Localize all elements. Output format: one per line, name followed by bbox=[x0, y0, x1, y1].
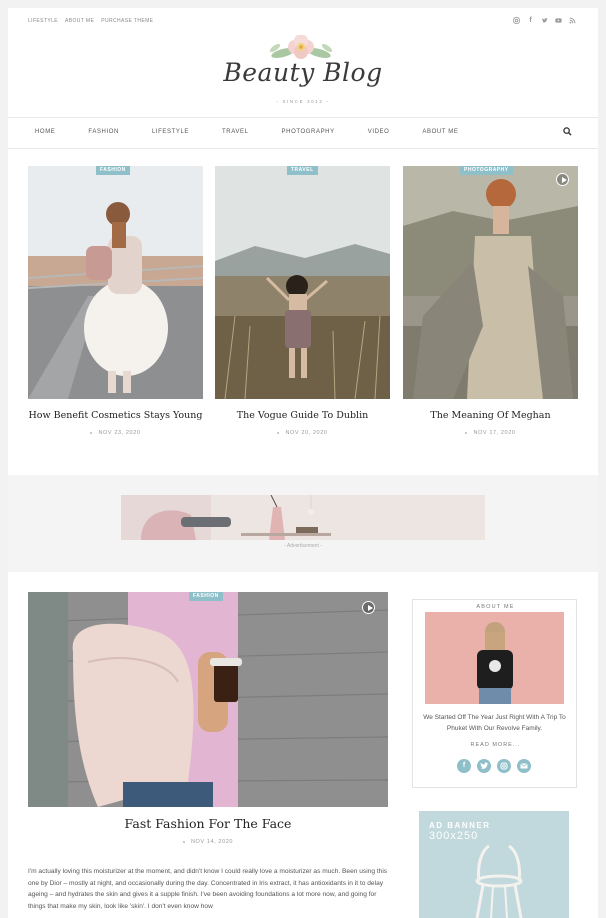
instagram-icon[interactable] bbox=[513, 17, 520, 24]
logo-script-text: Beauty Blog bbox=[223, 58, 383, 87]
main-nav: HOME FASHION LIFESTYLE TRAVEL PHOTOGRAPH… bbox=[35, 129, 491, 135]
twitter-icon[interactable] bbox=[541, 17, 548, 24]
play-icon[interactable] bbox=[362, 601, 375, 614]
about-image bbox=[425, 612, 564, 704]
main-post-date: NOV 14, 2020 bbox=[28, 839, 388, 845]
twitter-icon[interactable] bbox=[477, 759, 491, 773]
banner-title: AD BANNER bbox=[429, 821, 491, 830]
play-icon[interactable] bbox=[556, 173, 569, 186]
top-link-purchase[interactable]: PURCHASE THEME bbox=[101, 18, 153, 24]
read-more-link[interactable]: READ MORE... bbox=[413, 742, 578, 748]
top-link-about[interactable]: ABOUT ME bbox=[65, 18, 94, 24]
main-post-image[interactable] bbox=[28, 592, 388, 807]
ad-label: - Advertisement - bbox=[284, 543, 322, 549]
ad-banner[interactable]: AD BANNER 300x250 bbox=[419, 811, 569, 918]
logo-since-text: - SINCE 2012 - bbox=[276, 99, 330, 104]
about-heading: ABOUT ME bbox=[413, 595, 578, 613]
instagram-icon[interactable] bbox=[497, 759, 511, 773]
about-text: We Started Off The Year Just Right With … bbox=[423, 714, 566, 732]
site-logo[interactable]: Beauty Blog - SINCE 2012 - bbox=[8, 32, 598, 112]
nav-item-fashion[interactable]: FASHION bbox=[88, 129, 119, 135]
nav-item-about[interactable]: ABOUT ME bbox=[422, 129, 458, 135]
post-date: NOV 23, 2020 bbox=[28, 430, 203, 436]
about-social-icons: f bbox=[457, 759, 531, 773]
post-title[interactable]: How Benefit Cosmetics Stays Young bbox=[28, 410, 203, 421]
nav-item-video[interactable]: VIDEO bbox=[368, 129, 390, 135]
banner-size: 300x250 bbox=[429, 830, 479, 842]
ad-image[interactable] bbox=[121, 495, 485, 540]
post-title[interactable]: The Meaning Of Meghan bbox=[403, 410, 578, 421]
about-me-widget: ABOUT ME We Started Off The Year Just Ri… bbox=[412, 599, 577, 788]
page: LIFESTYLE ABOUT ME PURCHASE THEME f Beau… bbox=[8, 8, 598, 918]
nav-item-lifestyle[interactable]: LIFESTYLE bbox=[152, 129, 189, 135]
rss-icon[interactable] bbox=[569, 17, 576, 24]
category-tag[interactable]: FASHION bbox=[96, 166, 130, 175]
post-image[interactable] bbox=[28, 166, 203, 399]
email-icon[interactable] bbox=[517, 759, 531, 773]
divider bbox=[8, 117, 598, 118]
main-post-title[interactable]: Fast Fashion For The Face bbox=[28, 816, 388, 831]
youtube-icon[interactable] bbox=[555, 17, 562, 24]
nav-item-home[interactable]: HOME bbox=[35, 129, 55, 135]
post-title[interactable]: The Vogue Guide To Dublin bbox=[215, 410, 390, 421]
post-date: NOV 17, 2020 bbox=[403, 430, 578, 436]
facebook-icon[interactable]: f bbox=[457, 759, 471, 773]
main-post-excerpt: I'm actually loving this moisturizer at … bbox=[28, 868, 388, 910]
top-links: LIFESTYLE ABOUT ME PURCHASE THEME bbox=[28, 18, 153, 24]
category-tag[interactable]: TRAVEL bbox=[287, 166, 318, 175]
category-tag[interactable]: PHOTOGRAPHY bbox=[460, 166, 513, 175]
top-social-icons: f bbox=[513, 17, 576, 24]
post-image[interactable] bbox=[215, 166, 390, 399]
divider bbox=[8, 148, 598, 149]
search-icon[interactable] bbox=[563, 127, 572, 136]
facebook-icon[interactable]: f bbox=[527, 17, 534, 24]
nav-item-travel[interactable]: TRAVEL bbox=[222, 129, 249, 135]
category-tag[interactable]: FASHION bbox=[189, 592, 223, 601]
post-image[interactable] bbox=[403, 166, 578, 399]
advertisement-band: - Advertisement - bbox=[8, 475, 598, 572]
post-date: NOV 20, 2020 bbox=[215, 430, 390, 436]
top-link-lifestyle[interactable]: LIFESTYLE bbox=[28, 18, 58, 24]
nav-item-photography[interactable]: PHOTOGRAPHY bbox=[282, 129, 335, 135]
